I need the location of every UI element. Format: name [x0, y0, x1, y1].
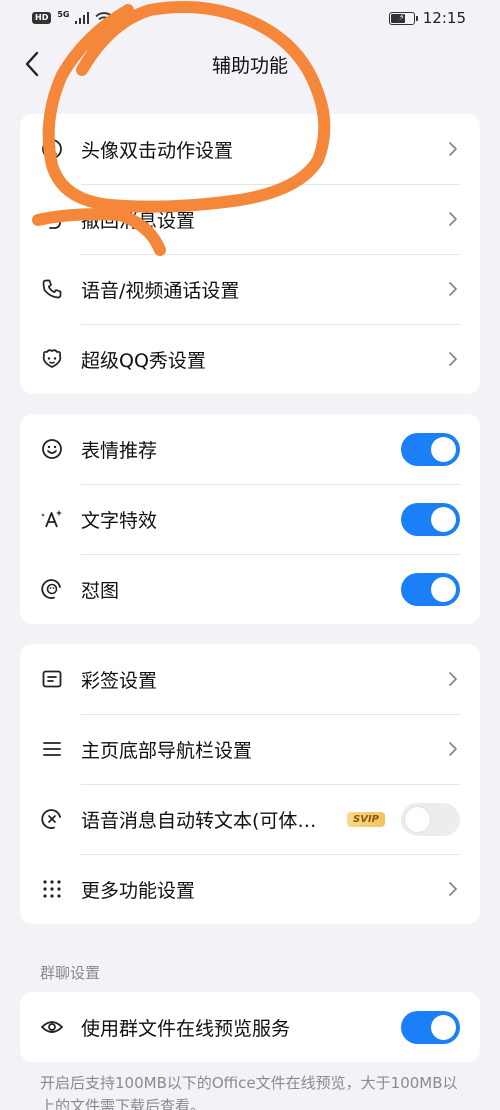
- row-recall-message[interactable]: 撤回消息设置: [20, 184, 480, 254]
- wifi-icon: [95, 11, 114, 25]
- row-avatar-double-tap[interactable]: 头像双击动作设置: [20, 114, 480, 184]
- row-label: 文字特效: [81, 509, 158, 532]
- row-text-effects: 文字特效: [20, 484, 480, 554]
- network-type: 5G: [57, 9, 70, 19]
- row-more-features[interactable]: 更多功能设置: [20, 854, 480, 924]
- clock: 12:15: [422, 9, 466, 27]
- smiley-icon: [40, 437, 64, 461]
- page-title: 辅助功能: [211, 54, 288, 77]
- row-file-preview: 使用群文件在线预览服务: [20, 992, 480, 1062]
- tag-icon: [40, 667, 64, 691]
- screen: HD 5G ⚡ 12:15 辅助功能 头像双击动作设置 撤回消息设置 语音/视频…: [0, 0, 500, 1110]
- voice-to-text-icon: [40, 807, 64, 831]
- emoji-recommend-toggle[interactable]: [401, 432, 460, 466]
- text-effect-icon: [40, 507, 64, 531]
- grid-dots-icon: [40, 877, 64, 901]
- chevron-right-icon: [446, 669, 460, 689]
- row-label: 彩签设置: [81, 669, 158, 692]
- settings-group-chat: 使用群文件在线预览服务: [20, 992, 480, 1062]
- menu-icon: [40, 737, 64, 761]
- battery-icon: ⚡: [388, 11, 418, 25]
- phone-icon: [40, 277, 64, 301]
- chevron-right-icon: [446, 209, 460, 229]
- row-voice-to-text: 语音消息自动转文本(可体… SVIP: [20, 784, 480, 854]
- nav-header: 辅助功能: [0, 36, 500, 92]
- row-label: 主页底部导航栏设置: [81, 739, 253, 762]
- eye-icon: [40, 1015, 64, 1039]
- settings-group-3: 彩签设置 主页底部导航栏设置 语音消息自动转文本(可体… SVIP 更多功能设置: [20, 644, 480, 924]
- hd-indicator: HD: [32, 12, 52, 24]
- chevron-right-icon: [446, 139, 460, 159]
- row-label: 语音/视频通话设置: [81, 279, 240, 302]
- back-button[interactable]: [12, 44, 52, 84]
- row-emoji-recommend: 表情推荐: [20, 414, 480, 484]
- status-bar: HD 5G ⚡ 12:15: [0, 0, 500, 36]
- row-label: 更多功能设置: [81, 879, 196, 902]
- file-preview-toggle[interactable]: [401, 1010, 460, 1044]
- section-title-group-chat: 群聊设置: [40, 964, 101, 982]
- chevron-left-icon: [25, 51, 39, 77]
- row-label: 超级QQ秀设置: [81, 349, 206, 372]
- row-sticker-reply: 怼图: [20, 554, 480, 624]
- row-color-tag[interactable]: 彩签设置: [20, 644, 480, 714]
- settings-group-1: 头像双击动作设置 撤回消息设置 语音/视频通话设置 超级QQ秀设置: [20, 114, 480, 394]
- signal-icon: [75, 12, 90, 24]
- chevron-right-icon: [446, 879, 460, 899]
- row-label: 使用群文件在线预览服务: [81, 1017, 291, 1040]
- row-bottom-nav-settings[interactable]: 主页底部导航栏设置: [20, 714, 480, 784]
- row-label: 表情推荐: [81, 439, 158, 462]
- svip-badge: SVIP: [347, 811, 385, 827]
- chevron-right-icon: [446, 279, 460, 299]
- row-label: 撤回消息设置: [81, 209, 196, 232]
- row-label: 怼图: [81, 579, 120, 602]
- file-preview-footnote: 开启后支持100MB以下的Office文件在线预览，大于100MB以上的文件需下…: [40, 1074, 458, 1110]
- row-super-qq-show[interactable]: 超级QQ秀设置: [20, 324, 480, 394]
- qq-show-icon: [40, 347, 64, 371]
- undo-icon: [40, 207, 64, 231]
- chevron-right-icon: [446, 739, 460, 759]
- text-effects-toggle[interactable]: [401, 502, 460, 536]
- sticker-reply-toggle[interactable]: [401, 572, 460, 606]
- row-call-settings[interactable]: 语音/视频通话设置: [20, 254, 480, 324]
- row-label: 语音消息自动转文本(可体…: [81, 809, 317, 832]
- sticker-icon: [40, 577, 64, 601]
- voice-to-text-toggle[interactable]: [401, 802, 460, 836]
- chevron-right-icon: [446, 349, 460, 369]
- settings-group-2: 表情推荐 文字特效 怼图: [20, 414, 480, 624]
- row-label: 头像双击动作设置: [81, 139, 234, 162]
- avatar-tap-icon: [40, 137, 64, 161]
